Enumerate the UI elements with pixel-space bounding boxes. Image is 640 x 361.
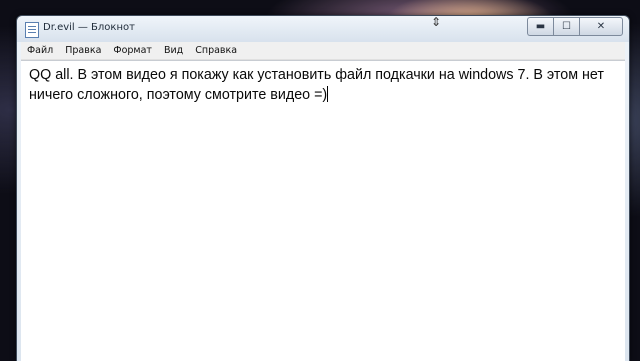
title-bar[interactable]: Dr.evil — Блокнот ⇕ ▬ ☐ ✕ <box>17 16 629 42</box>
text-caret <box>327 86 329 102</box>
menu-format[interactable]: Формат <box>107 45 158 56</box>
menu-file[interactable]: Файл <box>21 45 59 56</box>
close-button[interactable]: ✕ <box>579 17 623 36</box>
maximize-icon: ☐ <box>562 21 571 32</box>
menu-help[interactable]: Справка <box>189 45 243 56</box>
window-controls: ▬ ☐ ✕ <box>527 17 623 36</box>
menu-bar: Файл Правка Формат Вид Справка <box>21 42 625 60</box>
minimize-icon: ▬ <box>535 21 546 32</box>
editor-content: QQ all. В этом видео я покажу как устано… <box>29 67 608 103</box>
editor-text[interactable]: QQ all. В этом видео я покажу как устано… <box>29 65 615 105</box>
maximize-button[interactable]: ☐ <box>553 17 579 36</box>
menu-edit[interactable]: Правка <box>59 45 107 56</box>
notepad-window: Dr.evil — Блокнот ⇕ ▬ ☐ ✕ Файл Правка Фо… <box>16 15 630 361</box>
menu-view[interactable]: Вид <box>158 45 189 56</box>
minimize-button[interactable]: ▬ <box>527 17 553 36</box>
window-title: Dr.evil — Блокнот <box>43 22 135 33</box>
close-icon: ✕ <box>596 21 606 32</box>
resize-vertical-icon: ⇕ <box>431 15 442 29</box>
text-editor[interactable]: QQ all. В этом видео я покажу как устано… <box>21 60 625 361</box>
notepad-icon[interactable] <box>25 22 39 38</box>
